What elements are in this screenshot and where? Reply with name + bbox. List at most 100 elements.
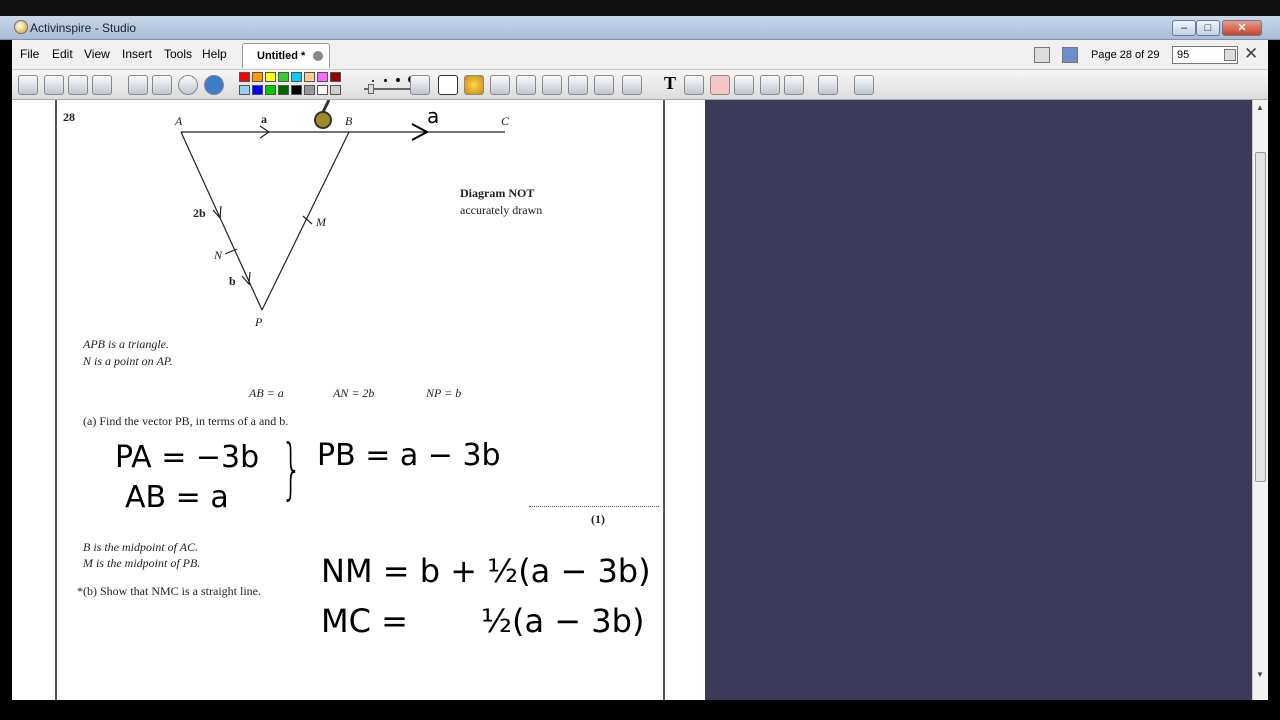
resource-browser-icon[interactable] <box>1062 47 1078 63</box>
zoom-dropdown-icon[interactable] <box>1224 49 1236 61</box>
label-n: N <box>214 248 223 262</box>
color-swatch[interactable] <box>304 85 315 95</box>
label-vector-a: a <box>261 112 267 126</box>
tools-icon[interactable] <box>92 75 112 95</box>
handwritten-vector-a: a <box>427 104 440 128</box>
globe-icon[interactable] <box>204 75 224 95</box>
part-b-question: *(b) Show that NMC is a straight line. <box>77 584 261 598</box>
scroll-up-icon[interactable]: ▲ <box>1256 103 1264 112</box>
tab-close-icon[interactable] <box>313 51 323 61</box>
color-swatch[interactable] <box>252 72 263 82</box>
menu-bar: File Edit View Insert Tools Help Untitle… <box>12 40 1268 70</box>
color-swatch[interactable] <box>330 85 341 95</box>
given-vector-ab: AB = a <box>249 386 284 400</box>
color-swatch[interactable] <box>304 72 315 82</box>
label-b-lower: b <box>229 274 236 288</box>
connector-icon[interactable] <box>594 75 614 95</box>
scroll-down-icon[interactable]: ▼ <box>1256 670 1264 679</box>
statement-n-on-ap: N is a point on AP. <box>83 354 173 368</box>
tab-untitled[interactable]: Untitled * <box>242 43 330 68</box>
color-swatch[interactable] <box>317 72 328 82</box>
mark-a: (1) <box>591 512 605 526</box>
triangle-diagram <box>180 100 505 311</box>
pen-tool-icon[interactable] <box>438 75 458 95</box>
diagram-note-line2: accurately drawn <box>460 203 543 217</box>
menu-help[interactable]: Help <box>202 47 227 61</box>
camera-icon[interactable] <box>854 75 874 95</box>
handwriting-nm: NM = b + ½(a − 3b) <box>321 552 651 590</box>
reset-page-icon[interactable] <box>152 75 172 95</box>
scroll-thumb[interactable] <box>1255 152 1266 482</box>
given-vector-an: AN = 2b <box>333 386 375 400</box>
shape-icon[interactable] <box>622 75 642 95</box>
handwriting-ab: AB = a <box>125 480 229 515</box>
app-icon <box>14 20 28 34</box>
handwriting-mc: MC = <box>321 602 408 640</box>
color-swatch[interactable] <box>265 85 276 95</box>
menu-view[interactable]: View <box>84 47 110 61</box>
color-swatch[interactable] <box>252 85 263 95</box>
handwriting-brace: } <box>281 430 302 507</box>
title-bar: Activinspire - Studio – □ ✕ <box>0 16 1280 40</box>
spotlight-icon[interactable] <box>818 75 838 95</box>
minimize-button[interactable]: – <box>1172 20 1196 36</box>
next-page-icon[interactable] <box>178 75 198 95</box>
menu-edit[interactable]: Edit <box>52 47 73 61</box>
label-2b: 2b <box>193 206 206 220</box>
color-swatch[interactable] <box>330 72 341 82</box>
close-button[interactable]: ✕ <box>1222 20 1262 36</box>
handwriting-pa: PA = −3b <box>115 440 260 475</box>
menu-insert[interactable]: Insert <box>122 47 152 61</box>
menu-file[interactable]: File <box>20 47 39 61</box>
statement-triangle: APB is a triangle. <box>83 337 169 351</box>
diagram-note-line1: Diagram NOT <box>460 186 535 200</box>
undo-icon[interactable] <box>734 75 754 95</box>
screen-bottom-band <box>0 700 1280 720</box>
previous-page-icon[interactable] <box>128 75 148 95</box>
label-p: P <box>255 315 263 329</box>
vertical-scrollbar[interactable]: ▲ ▼ <box>1252 100 1268 700</box>
color-swatch[interactable] <box>239 85 250 95</box>
color-swatch[interactable] <box>291 72 302 82</box>
answer-line <box>529 506 659 507</box>
main-menu-icon[interactable] <box>18 75 38 95</box>
dual-user-icon[interactable] <box>44 75 64 95</box>
text-tool-icon[interactable]: T <box>664 73 676 94</box>
label-b: B <box>345 114 353 128</box>
statement-b-midpoint: B is the midpoint of AC. <box>83 540 199 554</box>
handwriting-pb: PB = a − 3b <box>317 438 501 473</box>
hourglass-icon[interactable] <box>684 75 704 95</box>
statement-m-midpoint: M is the midpoint of PB. <box>83 556 201 570</box>
flipchart-page[interactable]: 28 A B C a 2b N b M P a Diagram NOT accu… <box>55 100 665 700</box>
fill-icon[interactable] <box>568 75 588 95</box>
window-title: Activinspire - Studio <box>30 21 137 35</box>
screen-top-band <box>0 0 1280 16</box>
highlighter-icon[interactable] <box>464 75 484 95</box>
desktop-annotate-icon[interactable] <box>68 75 88 95</box>
color-swatch[interactable] <box>278 85 289 95</box>
cursor-icon <box>314 111 332 129</box>
magic-ink-icon[interactable] <box>490 75 510 95</box>
color-swatch[interactable] <box>265 72 276 82</box>
given-vector-np: NP = b <box>426 386 462 400</box>
redo-icon[interactable] <box>760 75 780 95</box>
page-edit-icon[interactable] <box>784 75 804 95</box>
color-swatch[interactable] <box>278 72 289 82</box>
page-sorter-icon[interactable] <box>1034 47 1050 63</box>
background-panel <box>705 100 1252 700</box>
maximize-button[interactable]: □ <box>1196 20 1220 36</box>
label-a: A <box>175 114 183 128</box>
color-palette <box>239 72 349 98</box>
clear-icon[interactable] <box>710 75 730 95</box>
menu-tools[interactable]: Tools <box>164 47 192 61</box>
line-bp <box>261 131 350 311</box>
color-swatch[interactable] <box>317 85 328 95</box>
handwriting-recognition-icon[interactable] <box>516 75 536 95</box>
label-c: C <box>501 114 510 128</box>
eraser-icon[interactable] <box>542 75 562 95</box>
close-document-icon[interactable]: ✕ <box>1244 44 1258 64</box>
color-swatch[interactable] <box>291 85 302 95</box>
select-tool-icon[interactable] <box>410 75 430 95</box>
color-swatch[interactable] <box>239 72 250 82</box>
main-toolbar: T <box>12 70 1268 100</box>
